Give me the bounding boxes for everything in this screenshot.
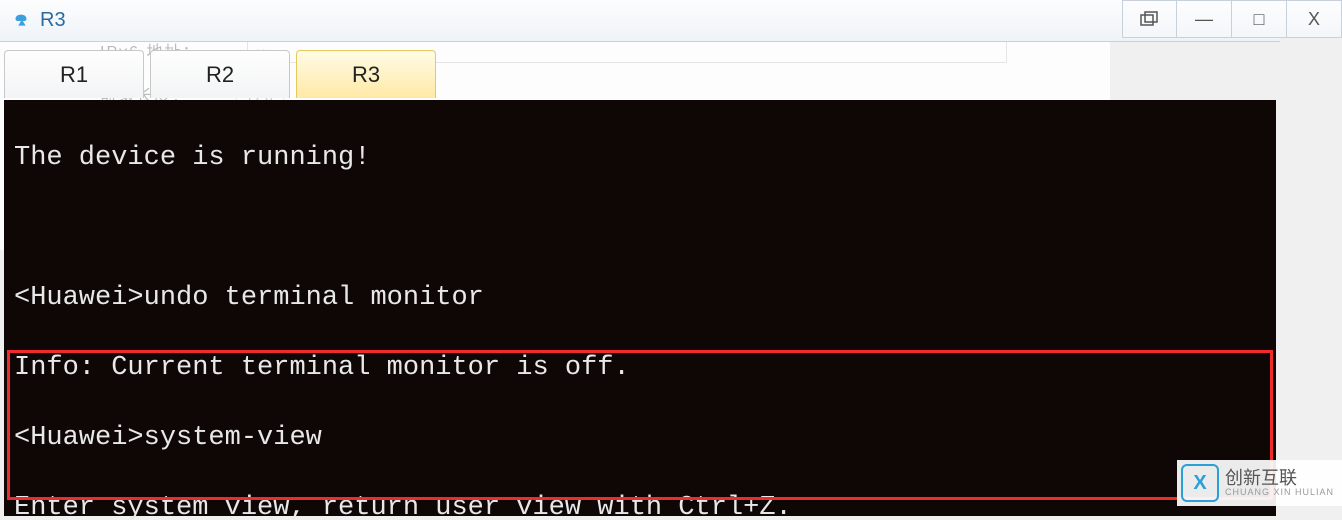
watermark-sub: CHUANG XIN HULIAN <box>1225 487 1334 497</box>
tab-r2[interactable]: R2 <box>150 50 290 98</box>
app-icon <box>10 10 32 32</box>
terminal-line: The device is running! <box>14 141 1266 176</box>
terminal-line <box>14 211 1266 246</box>
watermark-brand: 创新互联 <box>1225 469 1334 487</box>
close-button[interactable]: X <box>1287 0 1342 38</box>
terminal-line: <Huawei>system-view <box>14 421 1266 456</box>
terminal-line: <Huawei>undo terminal monitor <box>14 281 1266 316</box>
watermark: X 创新互联 CHUANG XIN HULIAN <box>1177 460 1342 506</box>
terminal-line: Info: Current terminal monitor is off. <box>14 351 1266 386</box>
maximize-button[interactable]: □ <box>1232 0 1287 38</box>
cascade-button[interactable] <box>1122 0 1177 38</box>
watermark-icon: X <box>1181 464 1219 502</box>
terminal-line: Enter system view, return user view with… <box>14 491 1266 520</box>
tab-r1[interactable]: R1 <box>4 50 144 98</box>
window-titlebar: R3 <box>0 0 1280 42</box>
terminal-output[interactable]: The device is running! <Huawei>undo term… <box>4 100 1276 516</box>
watermark-icon-letter: X <box>1193 472 1206 495</box>
window-controls: — □ X <box>1122 0 1342 38</box>
minimize-button[interactable]: — <box>1177 0 1232 38</box>
tab-r3[interactable]: R3 <box>296 50 436 98</box>
window-title: R3 <box>40 9 66 32</box>
tab-strip: R1 R2 R3 <box>4 50 436 98</box>
